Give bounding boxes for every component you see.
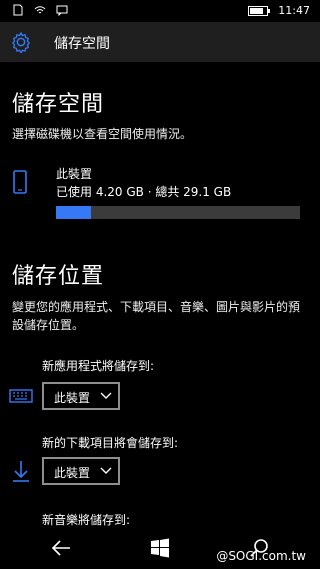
- downloads-location-label: 新的下載項目將會儲存到:: [42, 436, 179, 450]
- header-title: 儲存空間: [54, 36, 110, 52]
- navigation-bar: @SOGI.com.tw: [0, 527, 320, 569]
- drive-usage[interactable]: 已使用 4.20 GB · 總共 29.1 GB: [56, 183, 231, 200]
- notification-icon: [13, 4, 23, 16]
- app-header: 儲存空間: [0, 22, 320, 62]
- chevron-down-icon: [100, 392, 112, 399]
- gear-icon[interactable]: [10, 31, 32, 53]
- apps-location-label: 新應用程式將儲存到:: [42, 359, 155, 373]
- back-arrow-icon[interactable]: [50, 537, 72, 559]
- usage-bar-fill: [56, 206, 92, 219]
- drive-name[interactable]: 此裝置: [56, 165, 92, 182]
- status-bar: 11:47: [0, 0, 320, 22]
- watermark: @SOGI.com.tw: [216, 549, 306, 563]
- clock: 11:47: [278, 4, 310, 17]
- download-icon: [13, 461, 29, 482]
- music-location-label: 新音樂將儲存到:: [42, 513, 131, 527]
- downloads-location-value: 此裝置: [54, 466, 91, 480]
- apps-location-dropdown[interactable]: 此裝置: [42, 382, 120, 410]
- storage-heading: 儲存空間: [12, 92, 105, 117]
- usage-bar[interactable]: [56, 206, 300, 219]
- storage-description: 選擇磁碟機以查看空間使用情況。: [12, 127, 193, 141]
- battery-icon: [248, 5, 271, 16]
- windows-logo-icon[interactable]: [149, 537, 171, 559]
- downloads-location-dropdown[interactable]: 此裝置: [42, 457, 120, 485]
- wifi-icon: [34, 6, 46, 14]
- locations-description: 變更您的應用程式、下載項目、音樂、圖片與影片的預設儲存位置。: [12, 300, 301, 332]
- chevron-down-icon: [100, 467, 112, 474]
- apps-location-value: 此裝置: [54, 391, 91, 405]
- message-icon: [56, 5, 68, 16]
- keyboard-icon: [9, 389, 33, 403]
- phone-icon[interactable]: [13, 170, 27, 194]
- locations-heading: 儲存位置: [12, 264, 105, 289]
